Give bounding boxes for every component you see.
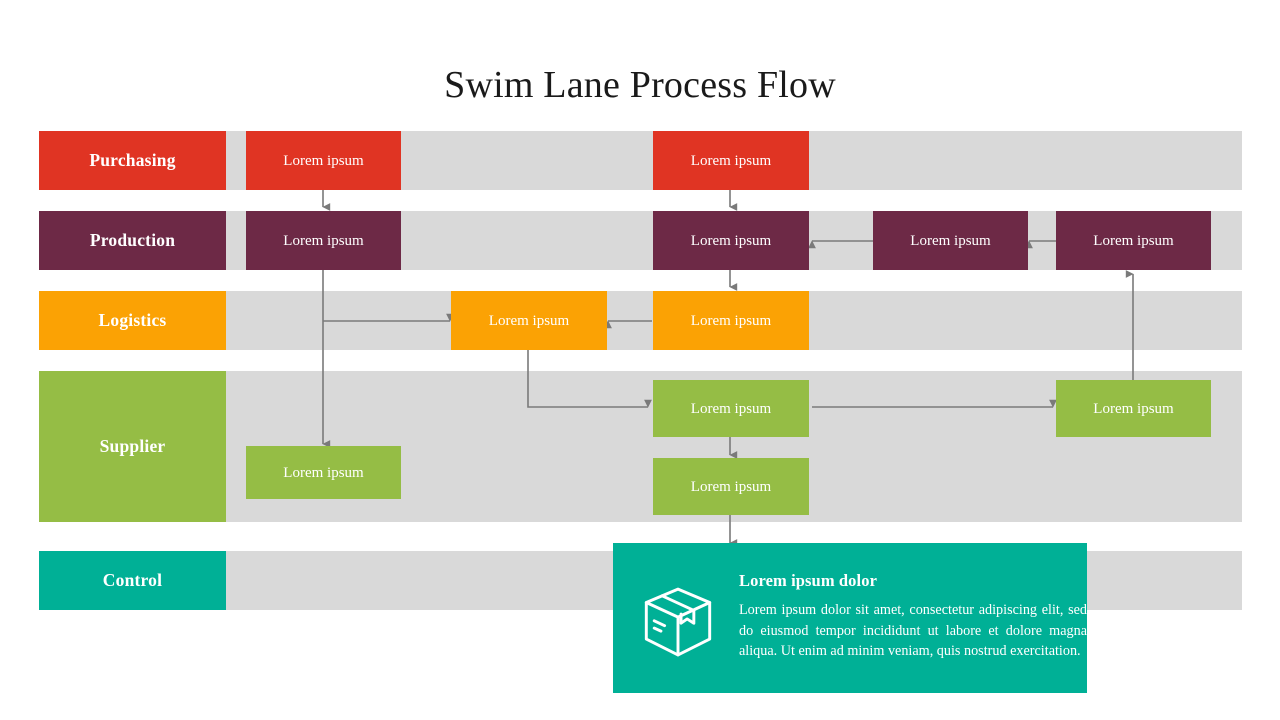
page-title: Swim Lane Process Flow	[444, 64, 836, 107]
lane-label-supplier[interactable]: Supplier	[39, 371, 226, 522]
process-box-label: Lorem ipsum	[690, 152, 772, 169]
lane-label-purchasing[interactable]: Purchasing	[39, 131, 226, 190]
process-box-purchasing-2[interactable]: Lorem ipsum	[653, 131, 809, 190]
process-box-production-1[interactable]: Lorem ipsum	[246, 211, 401, 270]
lane-label-text: Production	[89, 230, 176, 250]
lane-label-text: Supplier	[99, 436, 166, 456]
process-box-label: Lorem ipsum	[690, 232, 772, 249]
control-detail-text: Lorem ipsum dolor Lorem ipsum dolor sit …	[739, 565, 1087, 662]
lane-label-control[interactable]: Control	[39, 551, 226, 610]
lane-label-text: Control	[102, 570, 163, 590]
process-box-label: Lorem ipsum	[1093, 400, 1174, 417]
package-box-icon	[644, 587, 712, 657]
process-box-label: Lorem ipsum	[283, 464, 364, 481]
process-box-supplier-4[interactable]: Lorem ipsum	[1056, 380, 1211, 437]
process-box-label: Lorem ipsum	[690, 312, 772, 329]
process-box-label: Lorem ipsum	[488, 312, 570, 329]
process-box-production-2[interactable]: Lorem ipsum	[653, 211, 809, 270]
lane-label-logistics[interactable]: Logistics	[39, 291, 226, 350]
control-detail-heading: Lorem ipsum dolor	[739, 571, 877, 590]
process-box-purchasing-1[interactable]: Lorem ipsum	[246, 131, 401, 190]
control-detail-body: Lorem ipsum dolor sit amet, consectetur …	[739, 602, 1087, 660]
process-box-logistics-1[interactable]: Lorem ipsum	[451, 291, 607, 350]
process-box-label: Lorem ipsum	[283, 152, 364, 169]
process-box-supplier-2[interactable]: Lorem ipsum	[653, 380, 809, 437]
lane-label-text: Purchasing	[89, 150, 176, 170]
swim-lane-diagram: Swim Lane Process Flow Purchasing Produc…	[0, 0, 1280, 720]
process-box-production-4[interactable]: Lorem ipsum	[1056, 211, 1211, 270]
process-box-label: Lorem ipsum	[690, 478, 772, 495]
process-box-label: Lorem ipsum	[910, 232, 991, 249]
process-box-label: Lorem ipsum	[1093, 232, 1174, 249]
process-box-supplier-3[interactable]: Lorem ipsum	[653, 458, 809, 515]
process-box-label: Lorem ipsum	[690, 400, 772, 417]
process-box-label: Lorem ipsum	[283, 232, 364, 249]
process-box-logistics-2[interactable]: Lorem ipsum	[653, 291, 809, 350]
process-box-production-3[interactable]: Lorem ipsum	[873, 211, 1028, 270]
lane-label-production[interactable]: Production	[39, 211, 226, 270]
control-detail-card[interactable]: Lorem ipsum dolor Lorem ipsum dolor sit …	[613, 543, 1087, 693]
lane-label-text: Logistics	[98, 310, 167, 330]
process-box-supplier-1[interactable]: Lorem ipsum	[246, 446, 401, 499]
